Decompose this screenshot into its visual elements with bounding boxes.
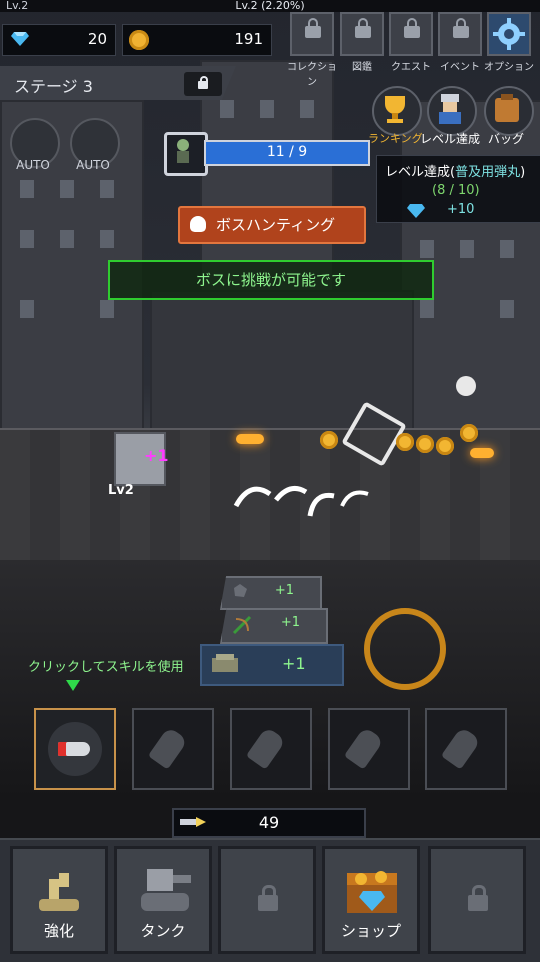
grenade-icon	[245, 726, 287, 770]
coin-drop	[436, 437, 454, 455]
mission-reward: +10	[447, 202, 475, 217]
level-achievement-button[interactable]	[427, 86, 477, 136]
bag-label: バッグ	[488, 132, 525, 146]
gem-counter: 20	[2, 24, 116, 56]
bullet-projectile	[470, 448, 494, 458]
encyclopedia-button[interactable]	[340, 12, 384, 56]
nav-tank-button[interactable]: タンク	[114, 846, 212, 954]
coin-counter: 191	[122, 24, 272, 56]
event-button[interactable]	[438, 12, 482, 56]
ranking-label: ランキング	[368, 132, 423, 145]
grenade-icon	[440, 726, 482, 770]
skull-icon	[190, 216, 206, 232]
mission-panel[interactable]: レベル達成(普及用弾丸) (8 / 10) +10	[376, 155, 540, 223]
zombie-icon	[177, 139, 189, 163]
top-status-bar: Lv.2 Lv.2 (2.20%)	[0, 0, 540, 12]
ammo-crate-icon	[212, 654, 238, 672]
boss-hunting-button[interactable]: ボスハンティング	[178, 206, 366, 244]
treasure-chest-icon	[347, 871, 397, 913]
wrench-icon	[39, 873, 79, 911]
skill-slot-4[interactable]	[328, 708, 410, 790]
stage-lock-button[interactable]	[184, 72, 222, 96]
nav-tank-label: タンク	[140, 922, 186, 940]
quest-button[interactable]	[389, 12, 433, 56]
down-arrow-icon	[66, 680, 80, 691]
skill-hint-text: クリックしてスキルを使用	[28, 660, 184, 675]
skill-slot-1[interactable]	[34, 708, 116, 790]
coin-drop	[320, 431, 338, 449]
coin-icon	[129, 30, 149, 50]
ammo-count: 49	[258, 813, 280, 832]
tank-level: Lv2	[108, 483, 134, 498]
bag-icon	[495, 94, 519, 122]
lock-icon	[453, 18, 469, 38]
mission-title: レベル達成(普及用弾丸)	[385, 165, 526, 180]
collection-label: コレクション	[287, 62, 337, 88]
coin-drop	[460, 424, 478, 442]
damage-popup: +1	[144, 446, 169, 465]
options-label: オプション	[484, 62, 534, 73]
grenade-icon	[147, 726, 189, 770]
collection-button[interactable]	[290, 12, 334, 56]
boss-challenge-banner: ボスに挑戦が可能です	[108, 260, 434, 300]
nav-upgrade-button[interactable]: 強化	[10, 846, 108, 954]
bonus-drop-2: +1	[220, 608, 328, 644]
grenade-icon	[343, 726, 385, 770]
nav-shop-button[interactable]: ショップ	[322, 846, 420, 954]
tank-icon	[141, 869, 191, 911]
boss-progress-text: 11 / 9	[266, 144, 308, 160]
skill-slot-3[interactable]	[230, 708, 312, 790]
soldier-icon	[439, 94, 461, 124]
mission-progress: (8 / 10)	[432, 183, 480, 198]
coin-drop	[396, 433, 414, 451]
gem-count: 20	[87, 30, 107, 48]
skill-slot-5[interactable]	[425, 708, 507, 790]
nav-locked-button-1[interactable]	[218, 846, 316, 954]
event-label: イベント	[440, 62, 480, 73]
lock-icon	[468, 885, 488, 911]
boss-progress-bar: 11 / 9	[204, 140, 370, 166]
ammo-crate-bonus	[200, 644, 344, 686]
slash-effect	[233, 485, 369, 517]
encyclopedia-label: 図鑑	[352, 62, 372, 73]
coin-drop	[416, 435, 434, 453]
lock-icon	[258, 885, 278, 911]
auto-label-1: AUTO	[16, 158, 50, 172]
lock-icon	[305, 18, 321, 38]
rock-icon	[234, 584, 247, 597]
gear-icon	[493, 18, 525, 50]
level-achievement-label: レベル達成	[420, 132, 481, 146]
coin-count: 191	[234, 30, 263, 48]
skill-hint-bonus: +1	[282, 654, 306, 673]
trophy-icon	[385, 96, 405, 123]
auto-label-2: AUTO	[76, 158, 110, 172]
stage-label: ステージ 3	[14, 77, 93, 96]
gem-icon	[407, 204, 425, 218]
ammo-counter: 49	[172, 808, 366, 838]
nav-shop-label: ショップ	[340, 922, 401, 940]
skull-drop	[456, 376, 476, 396]
options-button[interactable]	[487, 12, 531, 56]
bonus-drop-1: +1	[220, 576, 322, 610]
boss-hunting-label: ボスハンティング	[216, 216, 336, 234]
nav-upgrade-label: 強化	[43, 922, 74, 940]
quest-label: クエスト	[391, 62, 431, 73]
boss-portrait	[164, 132, 208, 176]
bullet-projectile	[236, 434, 264, 444]
bullet-skill-icon	[48, 722, 102, 776]
skill-slot-2[interactable]	[132, 708, 214, 790]
target-ring	[364, 608, 446, 690]
lock-icon	[404, 18, 420, 38]
ranking-button[interactable]	[372, 86, 422, 136]
boss-challenge-text: ボスに挑戦が可能です	[195, 271, 346, 289]
lock-icon	[355, 18, 371, 38]
level-progress: Lv.2 (2.20%)	[235, 0, 305, 12]
gem-icon	[11, 32, 29, 46]
bag-button[interactable]	[484, 86, 534, 136]
bonus-drop-value: +1	[274, 583, 294, 598]
bonus-drop-value: +1	[280, 615, 300, 630]
crossbow-icon	[232, 615, 252, 635]
nav-locked-button-2[interactable]	[428, 846, 526, 954]
